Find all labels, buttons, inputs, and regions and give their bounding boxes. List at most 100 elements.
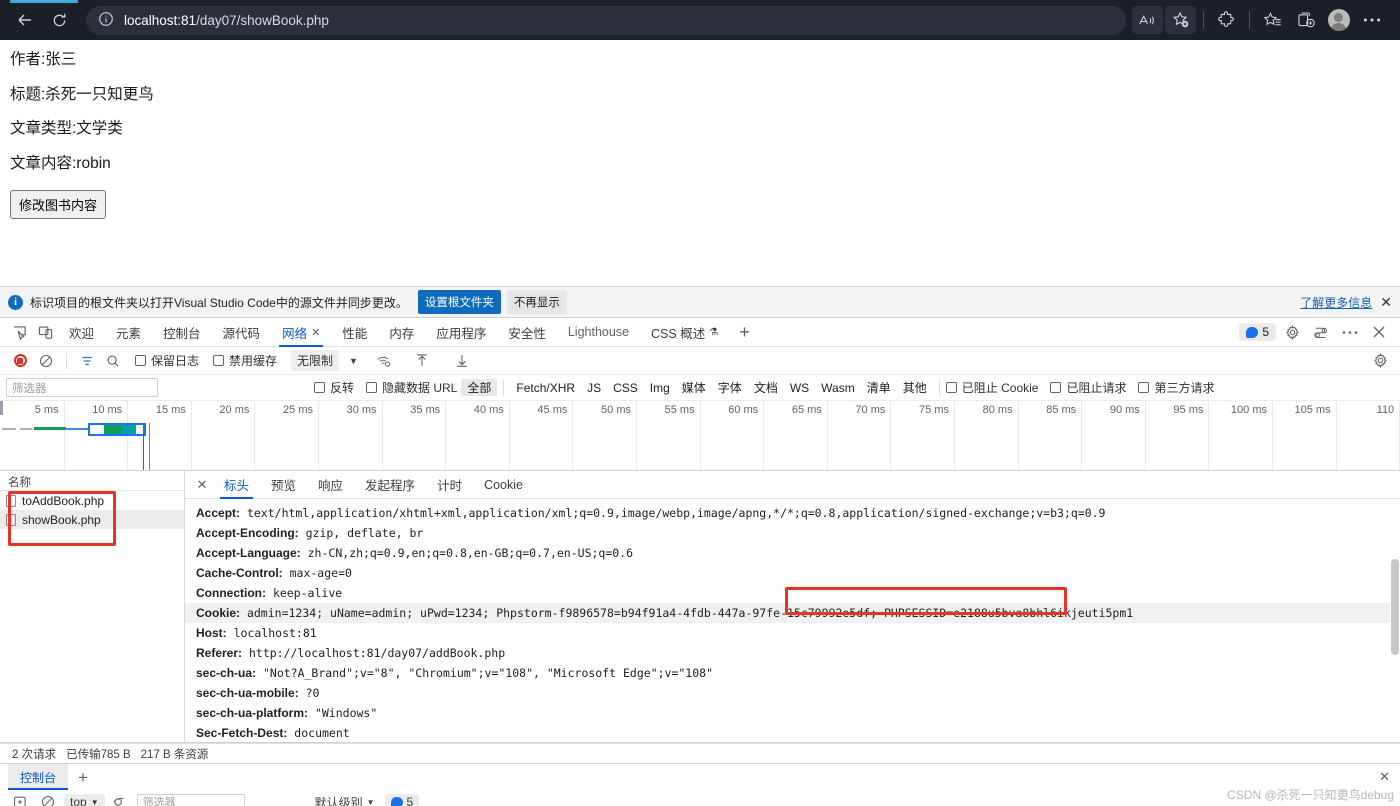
tab-lighthouse[interactable]: Lighthouse: [557, 318, 640, 347]
set-root-folder-button[interactable]: 设置根文件夹: [417, 290, 501, 314]
close-devtools-icon[interactable]: [1366, 320, 1392, 344]
blocked-requests-checkbox[interactable]: 已阻止请求: [1050, 379, 1126, 396]
blocked-cookies-checkbox[interactable]: 已阻止 Cookie: [945, 379, 1038, 396]
network-settings-icon[interactable]: [1368, 350, 1392, 372]
drawer-tab-console[interactable]: 控制台: [8, 764, 69, 790]
filter-type-manifest[interactable]: 清单: [861, 379, 897, 396]
reload-button[interactable]: [42, 5, 76, 35]
export-har-icon[interactable]: [450, 350, 474, 372]
execution-context-select[interactable]: top ▼: [64, 794, 105, 806]
profile-avatar[interactable]: [1323, 6, 1354, 34]
dont-show-again-button[interactable]: 不再显示: [506, 290, 567, 314]
table-row[interactable]: toAddBook.php: [0, 491, 184, 510]
clear-network-icon[interactable]: [34, 350, 58, 372]
third-party-checkbox[interactable]: 第三方请求: [1138, 379, 1215, 396]
tab-elements[interactable]: 元素: [105, 318, 152, 347]
tab-welcome[interactable]: 欢迎: [58, 318, 105, 347]
extensions-icon[interactable]: [1211, 6, 1242, 34]
import-har-icon[interactable]: [410, 350, 434, 372]
network-conditions-icon[interactable]: [372, 350, 396, 372]
filter-type-wasm[interactable]: Wasm: [815, 381, 861, 395]
close-detail-icon[interactable]: ✕: [191, 477, 213, 493]
filter-type-css[interactable]: CSS: [607, 381, 644, 395]
log-level-select[interactable]: 默认级别 ▼: [309, 793, 381, 806]
learn-more-link[interactable]: 了解更多信息: [1300, 294, 1372, 311]
settings-gear-icon[interactable]: [1279, 320, 1305, 344]
message-count-badge[interactable]: 5: [1239, 323, 1276, 341]
clear-console-icon[interactable]: [36, 791, 60, 806]
browser-toolbar-right: [1132, 6, 1387, 34]
tab-sources[interactable]: 源代码: [212, 318, 272, 347]
filter-type-js[interactable]: JS: [581, 381, 607, 395]
tab-security[interactable]: 安全性: [497, 318, 557, 347]
tab-performance[interactable]: 性能: [331, 318, 378, 347]
filter-type-fetch-xhr[interactable]: Fetch/XHR: [510, 381, 581, 395]
chevron-down-icon[interactable]: ▼: [349, 356, 358, 366]
disable-cache-checkbox[interactable]: 禁用缓存: [213, 352, 277, 369]
preserve-log-label: 保留日志: [151, 354, 200, 368]
back-button[interactable]: [8, 5, 42, 35]
filter-type-ws[interactable]: WS: [784, 381, 815, 395]
headers-scrollbar[interactable]: [1390, 499, 1400, 742]
preserve-log-checkbox[interactable]: 保留日志: [135, 352, 199, 369]
filter-type-media[interactable]: 媒体: [676, 379, 712, 396]
filter-type-img[interactable]: Img: [644, 381, 676, 395]
detail-tab-cookies[interactable]: Cookie: [473, 471, 534, 499]
search-icon[interactable]: [101, 350, 125, 372]
tab-application[interactable]: 应用程序: [425, 318, 497, 347]
network-timeline-overview[interactable]: 5 ms 10 ms 15 ms 20 ms 25 ms 30 ms 35 ms 40 ms 4…: [0, 401, 1400, 471]
headers-list[interactable]: Accept: text/html,application/xhtml+xml,…: [185, 499, 1400, 742]
filter-type-font[interactable]: 字体: [712, 379, 748, 396]
tab-network[interactable]: 网络 ✕: [271, 318, 331, 347]
create-live-expression-icon[interactable]: [8, 791, 32, 806]
hide-data-urls-checkbox[interactable]: 隐藏数据 URL: [366, 379, 457, 396]
invert-checkbox[interactable]: 反转: [314, 379, 354, 396]
more-options-icon[interactable]: [1337, 320, 1363, 344]
customize-devtools-icon[interactable]: [1308, 320, 1334, 344]
filter-icon[interactable]: [75, 350, 99, 372]
console-filter-input[interactable]: 筛选器: [136, 793, 245, 806]
infobar-close-icon[interactable]: ✕: [1380, 294, 1392, 311]
close-icon[interactable]: ✕: [311, 326, 320, 339]
tab-css-overview[interactable]: CSS 概述 ⚗: [640, 318, 729, 347]
filter-input[interactable]: 筛选器: [6, 378, 158, 397]
drawer-tabbar: 控制台 + ✕: [0, 764, 1400, 790]
add-favorite-icon[interactable]: [1165, 6, 1196, 34]
scrollbar-thumb[interactable]: [1391, 559, 1399, 655]
device-toolbar-icon[interactable]: [32, 320, 58, 344]
edit-book-button[interactable]: 修改图书内容: [10, 190, 107, 219]
timeline-tick-label: 20 ms: [219, 404, 250, 416]
read-aloud-icon[interactable]: [1132, 6, 1163, 34]
filter-type-all[interactable]: 全部: [461, 379, 498, 396]
inspect-element-icon[interactable]: [6, 320, 32, 344]
timeline-gridline: [826, 401, 828, 470]
address-bar[interactable]: localhost:81/day07/showBook.php: [86, 5, 1126, 35]
timeline-tick-label: 25 ms: [283, 404, 313, 416]
console-issues-badge[interactable]: 5: [384, 794, 420, 806]
drawer-close-icon[interactable]: ✕: [1379, 769, 1400, 785]
tab-memory[interactable]: 内存: [378, 318, 425, 347]
record-stop-icon[interactable]: [8, 350, 32, 372]
filter-type-other[interactable]: 其他: [897, 379, 933, 396]
detail-tab-headers[interactable]: 标头: [213, 471, 260, 499]
header-row: sec-ch-ua-platform: "Windows": [185, 703, 1400, 723]
favorites-icon[interactable]: [1257, 6, 1288, 34]
request-list[interactable]: 名称 toAddBook.php showBook.php: [0, 471, 185, 742]
detail-tab-timing[interactable]: 计时: [426, 471, 473, 499]
filter-type-doc[interactable]: 文档: [748, 379, 784, 396]
detail-tab-preview[interactable]: 预览: [260, 471, 307, 499]
detail-tab-initiator[interactable]: 发起程序: [354, 471, 426, 499]
page-content: 作者:张三 标题:杀死一只知更鸟 文章类型:文学类 文章内容:robin 修改图…: [0, 40, 1400, 286]
column-header-name[interactable]: 名称: [0, 471, 184, 491]
site-info-icon[interactable]: [98, 11, 116, 29]
tab-console[interactable]: 控制台: [152, 318, 212, 347]
throttle-select[interactable]: 无限制: [291, 350, 340, 371]
timeline-selection[interactable]: [88, 423, 146, 436]
collections-icon[interactable]: [1290, 6, 1321, 34]
table-row[interactable]: showBook.php: [0, 510, 184, 529]
live-expression-icon[interactable]: [109, 791, 133, 806]
drawer-add-tab-button[interactable]: +: [68, 769, 98, 786]
add-panel-button[interactable]: +: [729, 323, 760, 341]
settings-more-icon[interactable]: [1356, 6, 1387, 34]
detail-tab-response[interactable]: 响应: [307, 471, 354, 499]
